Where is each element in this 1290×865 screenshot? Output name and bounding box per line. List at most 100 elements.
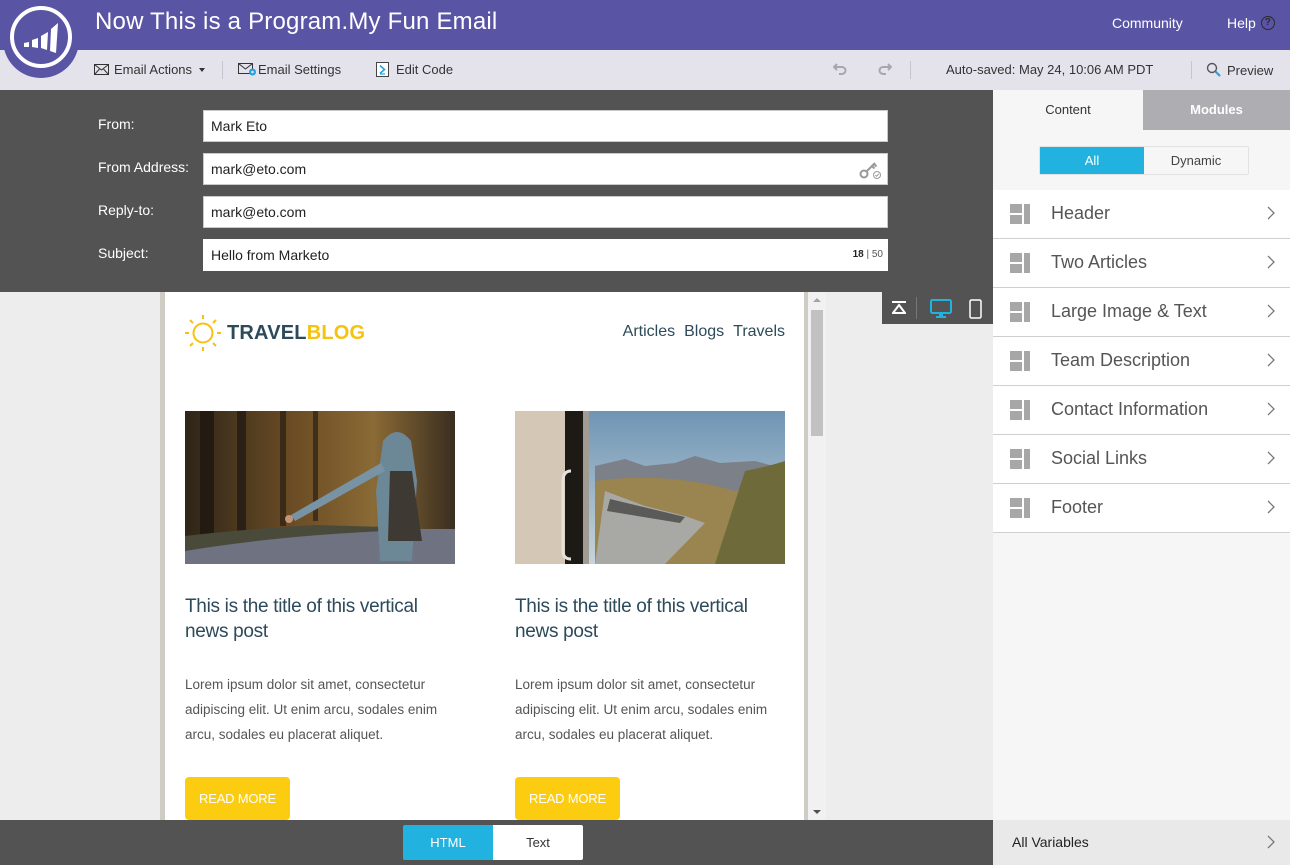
module-layout-icon: [1010, 253, 1030, 273]
article-image-hitchhiker[interactable]: [185, 411, 455, 564]
nav-blogs[interactable]: Blogs: [684, 323, 724, 341]
module-item-header[interactable]: Header: [993, 190, 1290, 239]
envelope-icon: [94, 64, 109, 75]
tab-html[interactable]: HTML: [403, 825, 493, 860]
subject-field[interactable]: Hello from Marketo 18 | 50: [203, 239, 888, 271]
article-card: This is the title of this vertical news …: [515, 411, 785, 820]
article-body: Lorem ipsum dolor sit amet, consectetur …: [185, 677, 438, 742]
from-address-field[interactable]: mark@eto.com: [203, 153, 888, 185]
from-address-label: From Address:: [98, 159, 190, 175]
autosave-status: Auto-saved: May 24, 10:06 AM PDT: [946, 62, 1154, 77]
char-max: 50: [871, 249, 883, 260]
all-variables-row[interactable]: All Variables: [993, 820, 1290, 865]
article-image-train[interactable]: [515, 411, 785, 564]
logo-icon: [10, 6, 72, 68]
reply-to-label: Reply-to:: [98, 202, 155, 218]
device-divider: [916, 297, 917, 319]
community-link[interactable]: Community: [1112, 15, 1183, 31]
email-settings-icon: [238, 63, 256, 76]
chevron-right-icon: [1267, 500, 1275, 514]
desktop-view-icon[interactable]: [930, 299, 952, 319]
module-layout-icon: [1010, 204, 1030, 224]
brand-travel: TRAVEL: [227, 321, 307, 344]
module-label: Contact Information: [1051, 399, 1209, 419]
travelblog-logo: TRAVELBLOG: [185, 314, 365, 352]
article-body: Lorem ipsum dolor sit amet, consectetur …: [515, 677, 768, 742]
chevron-right-icon: [1267, 353, 1275, 367]
from-value: Mark Eto: [211, 118, 268, 134]
email-actions-menu[interactable]: Email Actions: [94, 62, 206, 77]
reply-to-value: mark@eto.com: [211, 204, 307, 220]
module-label: Social Links: [1051, 448, 1148, 468]
filter-all[interactable]: All: [1040, 147, 1144, 174]
nav-articles[interactable]: Articles: [623, 323, 675, 341]
content-filter: All Dynamic: [1039, 146, 1249, 175]
module-item-large-image-text[interactable]: Large Image & Text: [993, 288, 1290, 337]
from-address-value: mark@eto.com: [211, 161, 307, 177]
key-verified-icon[interactable]: [859, 160, 883, 180]
filter-dynamic[interactable]: Dynamic: [1144, 147, 1248, 174]
redo-button[interactable]: [878, 61, 892, 75]
module-item-social-links[interactable]: Social Links: [993, 435, 1290, 484]
scroll-up-arrow-icon[interactable]: [813, 298, 821, 302]
module-layout-icon: [1010, 449, 1030, 469]
module-item-footer[interactable]: Footer: [993, 484, 1290, 533]
char-count: 18: [852, 249, 864, 260]
scrollbar-thumb[interactable]: [811, 310, 823, 436]
tab-text[interactable]: Text: [493, 825, 583, 860]
toolbar-divider: [1191, 61, 1192, 79]
chevron-right-icon: [1267, 402, 1275, 416]
canvas-scrollbar[interactable]: [808, 292, 826, 820]
mobile-view-icon[interactable]: [969, 299, 982, 319]
top-header: Now This is a Program.My Fun Email Commu…: [0, 0, 1290, 50]
toolbar-divider: [910, 61, 911, 79]
all-variables-label: All Variables: [1012, 834, 1089, 850]
module-item-contact-information[interactable]: Contact Information: [993, 386, 1290, 435]
read-more-button[interactable]: READ MORE: [185, 777, 290, 820]
format-toggle-bar: HTML Text: [0, 820, 993, 865]
tab-content[interactable]: Content: [993, 90, 1143, 130]
module-label: Footer: [1051, 497, 1104, 517]
preview-label: Preview: [1227, 62, 1274, 78]
right-panel: Content Modules All Dynamic Header Two A…: [993, 90, 1290, 820]
reply-to-field[interactable]: mark@eto.com: [203, 196, 888, 228]
undo-icon: [833, 63, 847, 75]
tab-modules[interactable]: Modules: [1143, 90, 1290, 130]
undo-button[interactable]: [833, 61, 847, 75]
chevron-right-icon: [1267, 451, 1275, 465]
toolbar-divider: [222, 61, 223, 79]
edit-code-button[interactable]: Edit Code: [376, 62, 453, 77]
subject-label: Subject:: [98, 245, 149, 261]
article-title: This is the title of this vertical news …: [515, 596, 748, 642]
help-link[interactable]: Help ?: [1227, 15, 1275, 31]
module-list: Header Two Articles Large Image & Text T…: [993, 190, 1290, 533]
module-label: Header: [1051, 203, 1111, 223]
search-icon: [1206, 62, 1221, 77]
email-settings-button[interactable]: Email Settings: [238, 62, 341, 77]
code-file-icon: [376, 62, 389, 77]
module-label: Two Articles: [1051, 252, 1148, 272]
redo-icon: [878, 63, 892, 75]
module-label: Large Image & Text: [1051, 301, 1207, 321]
module-layout-icon: [1010, 498, 1030, 518]
help-label: Help: [1227, 15, 1256, 31]
from-label: From:: [98, 116, 135, 132]
email-editor-app: Now This is a Program.My Fun Email Commu…: [0, 0, 1290, 865]
marketo-logo[interactable]: [3, 0, 79, 78]
scroll-down-arrow-icon[interactable]: [813, 810, 821, 814]
from-field[interactable]: Mark Eto: [203, 110, 888, 142]
brand-blog: BLOG: [306, 321, 366, 344]
email-preview-canvas[interactable]: TRAVELBLOG Articles Blogs Travels This i…: [165, 292, 805, 820]
module-item-team-description[interactable]: Team Description: [993, 337, 1290, 386]
chevron-down-icon: [199, 67, 206, 72]
chevron-right-icon: [1267, 835, 1275, 849]
preview-button[interactable]: Preview: [1206, 62, 1273, 78]
chevron-right-icon: [1267, 206, 1275, 220]
collapse-header-icon[interactable]: [892, 301, 906, 315]
module-item-two-articles[interactable]: Two Articles: [993, 239, 1290, 288]
email-settings-label: Email Settings: [258, 62, 342, 77]
read-more-button[interactable]: READ MORE: [515, 777, 620, 820]
module-layout-icon: [1010, 400, 1030, 420]
nav-travels[interactable]: Travels: [733, 323, 785, 341]
chevron-right-icon: [1267, 304, 1275, 318]
